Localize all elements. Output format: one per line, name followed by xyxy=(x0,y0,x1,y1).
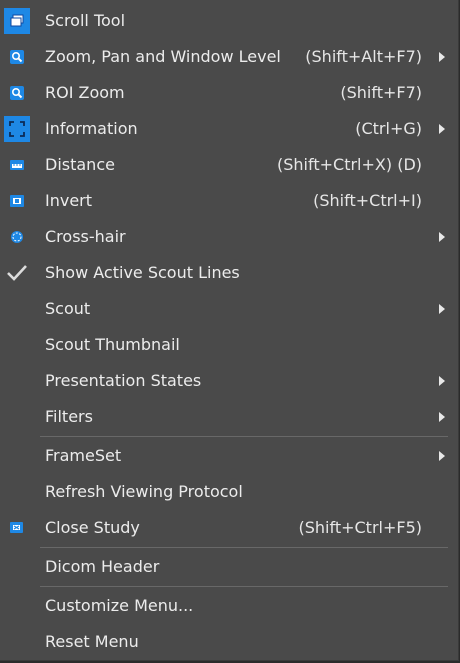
menu-item-shortcut: (Ctrl+G) xyxy=(355,119,422,138)
menu-item-shortcut: (Shift+Ctrl+X) (D) xyxy=(277,155,422,174)
menu-item-shortcut: (Shift+Ctrl+F5) xyxy=(298,518,422,537)
menu-item-shortcut: (Shift+Ctrl+I) xyxy=(313,191,422,210)
invert-icon xyxy=(4,188,30,214)
menu-item-information[interactable]: Information (Ctrl+G) xyxy=(0,111,458,147)
menu-item-label: Presentation States xyxy=(45,371,202,390)
scroll-tool-icon xyxy=(4,8,30,34)
menu-item-dicom-header[interactable]: Dicom Header xyxy=(0,549,458,585)
menu-item-label: Invert xyxy=(45,191,93,210)
menu-item-label: Scroll Tool xyxy=(45,11,126,30)
menu-separator xyxy=(40,436,448,437)
menu-item-label: Distance xyxy=(45,155,115,174)
menu-item-label: Reset Menu xyxy=(45,632,139,651)
menu-item-close-study[interactable]: Close Study (Shift+Ctrl+F5) xyxy=(0,510,458,546)
cross-hair-icon xyxy=(4,224,30,250)
menu-item-label: Filters xyxy=(45,407,93,426)
menu-item-customize-menu[interactable]: Customize Menu... xyxy=(0,588,458,624)
menu-item-presentation-states[interactable]: Presentation States xyxy=(0,363,458,399)
menu-item-distance[interactable]: Distance (Shift+Ctrl+X) (D) xyxy=(0,147,458,183)
menu-item-label: Customize Menu... xyxy=(45,596,194,615)
menu-item-shortcut: (Shift+F7) xyxy=(340,83,422,102)
menu-item-cross-hair[interactable]: Cross-hair xyxy=(0,219,458,255)
menu-item-label: Dicom Header xyxy=(45,557,160,576)
submenu-arrow-icon xyxy=(439,232,445,242)
menu-item-refresh-viewing-protocol[interactable]: Refresh Viewing Protocol xyxy=(0,474,458,510)
submenu-arrow-icon xyxy=(439,52,445,62)
roi-zoom-icon xyxy=(4,80,30,106)
distance-icon xyxy=(4,152,30,178)
menu-item-roi-zoom[interactable]: ROI Zoom (Shift+F7) xyxy=(0,75,458,111)
submenu-arrow-icon xyxy=(439,412,445,422)
menu-item-scroll-tool[interactable]: Scroll Tool xyxy=(0,3,458,39)
menu-item-label: FrameSet xyxy=(45,446,122,465)
menu-item-label: Cross-hair xyxy=(45,227,126,246)
menu-item-scout-thumbnail[interactable]: Scout Thumbnail xyxy=(0,327,458,363)
menu-item-frameset[interactable]: FrameSet xyxy=(0,438,458,474)
close-study-icon xyxy=(4,515,30,541)
menu-item-label: Zoom, Pan and Window Level xyxy=(45,47,281,66)
submenu-arrow-icon xyxy=(439,376,445,386)
menu-item-show-active-scout-lines[interactable]: Show Active Scout Lines xyxy=(0,255,458,291)
menu-item-zoom-pan-window-level[interactable]: Zoom, Pan and Window Level (Shift+Alt+F7… xyxy=(0,39,458,75)
context-menu: Scroll Tool Zoom, Pan and Window Level (… xyxy=(0,0,459,661)
menu-item-invert[interactable]: Invert (Shift+Ctrl+I) xyxy=(0,183,458,219)
menu-item-shortcut: (Shift+Alt+F7) xyxy=(305,47,422,66)
information-icon xyxy=(4,116,30,142)
menu-item-reset-menu[interactable]: Reset Menu xyxy=(0,624,458,660)
submenu-arrow-icon xyxy=(439,451,445,461)
submenu-arrow-icon xyxy=(439,304,445,314)
menu-item-label: Show Active Scout Lines xyxy=(45,263,240,282)
menu-separator xyxy=(40,586,448,587)
menu-item-label: Information xyxy=(45,119,138,138)
checkmark-icon xyxy=(4,260,30,286)
menu-item-label: Refresh Viewing Protocol xyxy=(45,482,243,501)
menu-item-scout[interactable]: Scout xyxy=(0,291,458,327)
menu-separator xyxy=(40,547,448,548)
menu-item-label: Scout Thumbnail xyxy=(45,335,180,354)
zoom-pan-icon xyxy=(4,44,30,70)
menu-item-label: Scout xyxy=(45,299,91,318)
menu-item-label: ROI Zoom xyxy=(45,83,125,102)
menu-item-filters[interactable]: Filters xyxy=(0,399,458,435)
submenu-arrow-icon xyxy=(439,124,445,134)
menu-item-label: Close Study xyxy=(45,518,140,537)
